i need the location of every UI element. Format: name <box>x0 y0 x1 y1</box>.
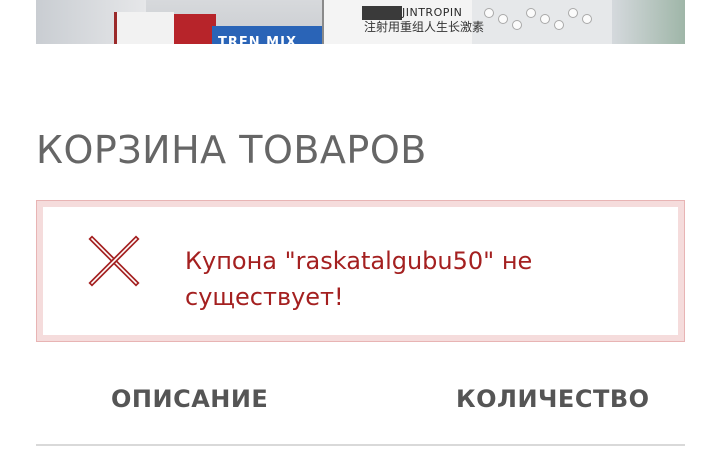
error-notice: Купона "raskatalgubu50" не существует! <box>36 200 685 342</box>
banner-chinese-text: 注射用重组人生长激素 <box>364 20 485 34</box>
banner-brand-text: JINTROPIN <box>402 6 463 19</box>
column-header-description: ОПИСАНИЕ <box>111 385 269 413</box>
column-header-quantity: КОЛИЧЕСТВО <box>456 385 650 413</box>
product-banner-image: JINTROPIN 注射用重组人生长激素 TREN MIX <box>36 0 685 44</box>
table-header-divider <box>36 444 685 446</box>
error-notice-body: Купона "raskatalgubu50" не существует! <box>43 207 678 335</box>
cart-page: JINTROPIN 注射用重组人生长激素 TREN MIX КОРЗИНА ТО… <box>0 0 705 473</box>
banner-mix-text: TREN MIX <box>218 35 297 44</box>
error-message: Купона "raskatalgubu50" не существует! <box>185 247 533 311</box>
close-x-icon <box>88 235 140 287</box>
page-title: КОРЗИНА ТОВАРОВ <box>36 128 427 172</box>
